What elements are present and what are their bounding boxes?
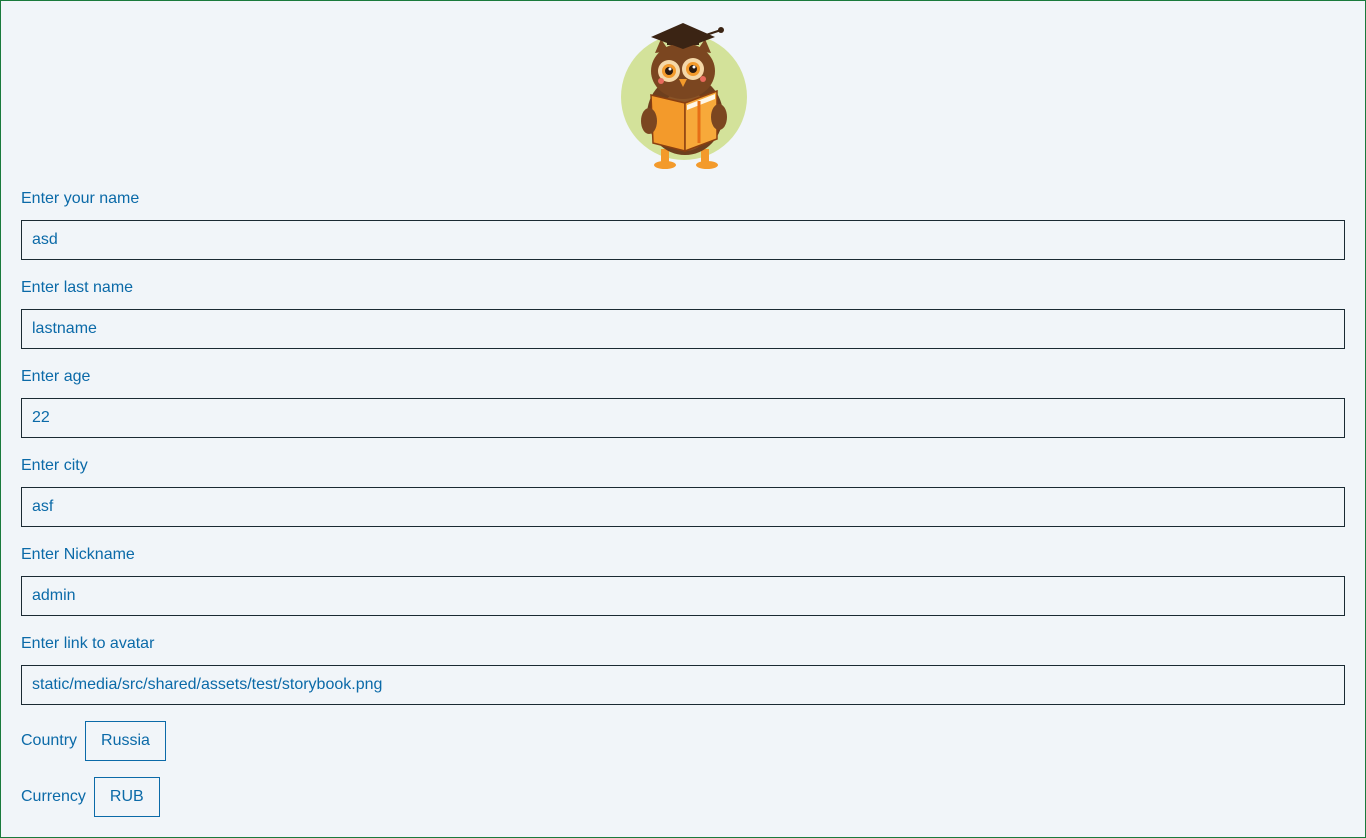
first-name-label: Enter your name	[21, 190, 140, 207]
avatar-link-label: Enter link to avatar	[21, 635, 155, 652]
currency-select[interactable]: RUB	[93, 777, 160, 817]
last-name-label: Enter last name	[21, 279, 134, 296]
currency-row: Currency RUB	[21, 777, 160, 817]
age-label: Enter age	[21, 368, 91, 385]
currency-label: Currency	[21, 788, 86, 805]
first-name-input[interactable]	[21, 220, 1345, 260]
country-row: Country Russia	[21, 721, 166, 761]
avatar-link-input[interactable]	[21, 665, 1345, 705]
country-label: Country	[21, 732, 78, 749]
last-name-input[interactable]	[21, 309, 1345, 349]
nickname-input[interactable]	[21, 576, 1345, 616]
avatar	[621, 21, 747, 173]
age-input[interactable]	[21, 398, 1345, 438]
country-select[interactable]: Russia	[85, 721, 166, 761]
owl-icon	[621, 23, 747, 169]
profile-card: Enter your name Enter last name Enter ag…	[0, 0, 1366, 838]
city-label: Enter city	[21, 457, 88, 474]
city-input[interactable]	[21, 487, 1345, 527]
nickname-label: Enter Nickname	[21, 546, 135, 563]
